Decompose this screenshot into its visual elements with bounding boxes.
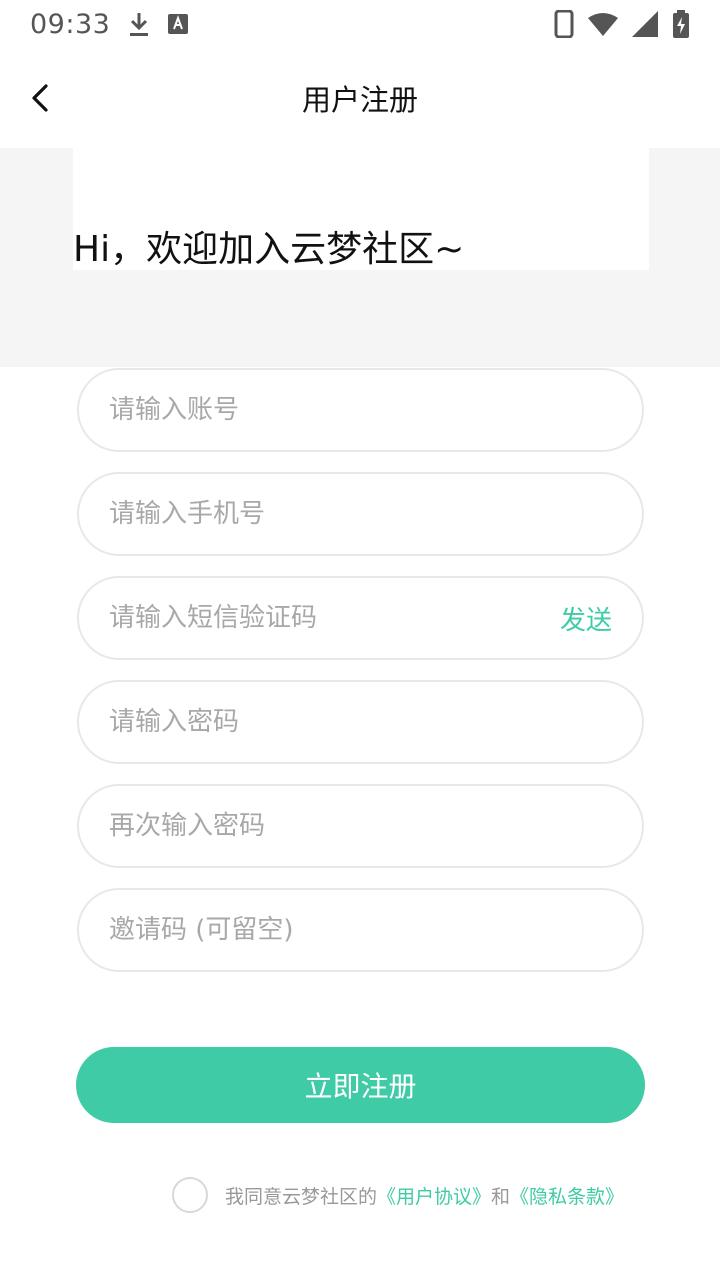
battery-charging-icon: [672, 10, 690, 38]
wifi-icon: [588, 12, 618, 36]
account-field[interactable]: [77, 368, 644, 452]
status-time: 09:33: [30, 8, 111, 40]
signal-icon: [632, 11, 658, 37]
privacy-link[interactable]: 《隐私条款》: [510, 1182, 624, 1209]
invite-code-field[interactable]: [77, 888, 644, 972]
nav-bar: 用户注册: [0, 48, 720, 148]
account-input[interactable]: [109, 395, 612, 425]
sms-code-input[interactable]: [109, 603, 550, 633]
welcome-box: Hi，欢迎加入云梦社区~: [73, 148, 649, 270]
user-agreement-link[interactable]: 《用户协议》: [377, 1182, 491, 1209]
phone-field[interactable]: [77, 472, 644, 556]
welcome-text: Hi，欢迎加入云梦社区~: [73, 229, 465, 270]
confirm-password-field[interactable]: [77, 784, 644, 868]
font-app-icon: [168, 14, 189, 34]
phone-input[interactable]: [109, 499, 612, 529]
password-field[interactable]: [77, 680, 644, 764]
page-title: 用户注册: [301, 83, 418, 117]
phone-icon: [554, 10, 574, 38]
header-area: Hi，欢迎加入云梦社区~: [0, 148, 720, 367]
sms-code-field[interactable]: 发送: [77, 576, 644, 660]
back-button[interactable]: [18, 76, 62, 120]
agreement-prefix: 我同意云梦社区的: [225, 1185, 378, 1208]
agree-checkbox[interactable]: [172, 1177, 208, 1213]
chevron-left-icon: [30, 83, 50, 113]
download-icon: [128, 11, 150, 37]
send-code-button[interactable]: 发送: [560, 600, 612, 637]
agreement-conjunction: 和: [491, 1185, 511, 1208]
invite-code-input[interactable]: [109, 915, 612, 945]
password-input[interactable]: [109, 707, 612, 737]
agreement-row: 我同意云梦社区的 《用户协议》 和 《隐私条款》: [172, 1176, 624, 1214]
register-button[interactable]: 立即注册: [76, 1047, 645, 1123]
status-bar: 09:33: [0, 0, 720, 48]
confirm-password-input[interactable]: [109, 811, 612, 841]
